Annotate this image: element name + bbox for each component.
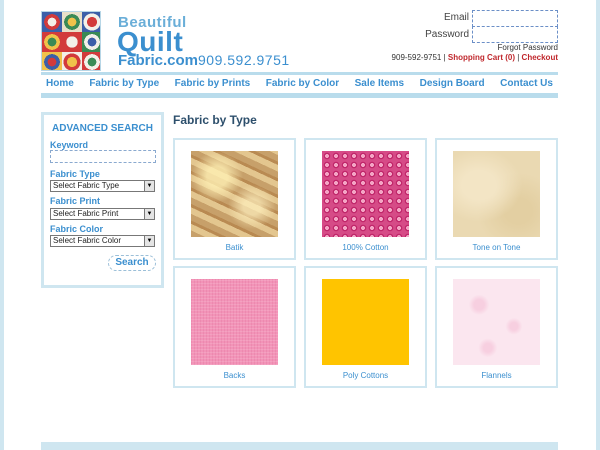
fabric-card-flannels[interactable]: Flannels xyxy=(435,266,558,388)
shopping-cart-link[interactable]: Shopping Cart (0) xyxy=(448,53,515,62)
fabric-card-label[interactable]: Backs xyxy=(175,371,294,380)
header-phone: 909.592.9751 xyxy=(198,52,290,68)
fabric-type-label: Fabric Type xyxy=(50,169,100,179)
logo-quilt-image[interactable] xyxy=(41,11,101,71)
utility-bar: 909-592-9751 | Shopping Cart (0) | Check… xyxy=(390,53,558,62)
page-title: Fabric by Type xyxy=(173,113,257,127)
dropdown-arrow-icon[interactable]: ▼ xyxy=(144,209,154,219)
tone-on-tone-swatch-image[interactable] xyxy=(453,151,540,237)
fabric-print-label: Fabric Print xyxy=(50,196,101,206)
fabric-color-label: Fabric Color xyxy=(50,224,104,234)
fabric-type-value: Select Fabric Type xyxy=(53,181,120,190)
search-button[interactable]: Search xyxy=(108,255,156,271)
flannels-swatch-image[interactable] xyxy=(453,279,540,365)
nav-item-fabric-by-type[interactable]: Fabric by Type xyxy=(89,75,159,92)
nav-item-home[interactable]: Home xyxy=(46,75,74,92)
backs-swatch-image[interactable] xyxy=(191,279,278,365)
checkout-link[interactable]: Checkout xyxy=(522,53,558,62)
nav-item-design-board[interactable]: Design Board xyxy=(420,75,485,92)
dropdown-arrow-icon[interactable]: ▼ xyxy=(144,181,154,191)
advanced-search-title: ADVANCED SEARCH xyxy=(52,123,153,134)
fabric-card-batik[interactable]: Batik xyxy=(173,138,296,260)
password-label: Password xyxy=(425,29,469,40)
forgot-password-link[interactable]: Forgot Password xyxy=(460,43,558,52)
fabric-card-tone-on-tone[interactable]: Tone on Tone xyxy=(435,138,558,260)
fabric-print-value: Select Fabric Print xyxy=(53,209,119,218)
nav-item-fabric-by-color[interactable]: Fabric by Color xyxy=(266,75,339,92)
keyword-input[interactable] xyxy=(50,150,156,163)
keyword-label: Keyword xyxy=(50,140,89,150)
password-field[interactable] xyxy=(472,26,558,43)
email-label: Email xyxy=(443,12,469,23)
nav-item-contact-us[interactable]: Contact Us xyxy=(500,75,553,92)
cotton-swatch-image[interactable] xyxy=(322,151,409,237)
utility-phone: 909-592-9751 xyxy=(391,53,442,62)
fabric-card-poly-cottons[interactable]: Poly Cottons xyxy=(304,266,427,388)
email-field[interactable] xyxy=(472,10,558,27)
fabric-type-select[interactable]: Select Fabric Type ▼ xyxy=(50,180,155,192)
fabric-color-value: Select Fabric Color xyxy=(53,236,122,245)
poly-cottons-swatch-image[interactable] xyxy=(322,279,409,365)
fabric-print-select[interactable]: Select Fabric Print ▼ xyxy=(50,208,155,220)
fabric-card-label[interactable]: Poly Cottons xyxy=(306,371,425,380)
footer-bar xyxy=(41,442,558,450)
advanced-search-panel: ADVANCED SEARCH Keyword Fabric Type Sele… xyxy=(41,112,164,288)
nav-item-sale-items[interactable]: Sale Items xyxy=(355,75,404,92)
dropdown-arrow-icon[interactable]: ▼ xyxy=(144,236,154,246)
fabric-color-select[interactable]: Select Fabric Color ▼ xyxy=(50,235,155,247)
fabric-card-label[interactable]: Flannels xyxy=(437,371,556,380)
nav-bottom-rule xyxy=(41,93,558,98)
fabric-card-label[interactable]: Batik xyxy=(175,243,294,252)
nav-item-fabric-by-prints[interactable]: Fabric by Prints xyxy=(175,75,251,92)
main-nav: Home Fabric by Type Fabric by Prints Fab… xyxy=(41,75,558,92)
batik-swatch-image[interactable] xyxy=(191,151,278,237)
logo-text-fabric[interactable]: Fabric.com xyxy=(118,52,198,69)
fabric-card-backs[interactable]: Backs xyxy=(173,266,296,388)
fabric-card-cotton[interactable]: 100% Cotton xyxy=(304,138,427,260)
fabric-card-label[interactable]: Tone on Tone xyxy=(437,243,556,252)
fabric-card-label[interactable]: 100% Cotton xyxy=(306,243,425,252)
